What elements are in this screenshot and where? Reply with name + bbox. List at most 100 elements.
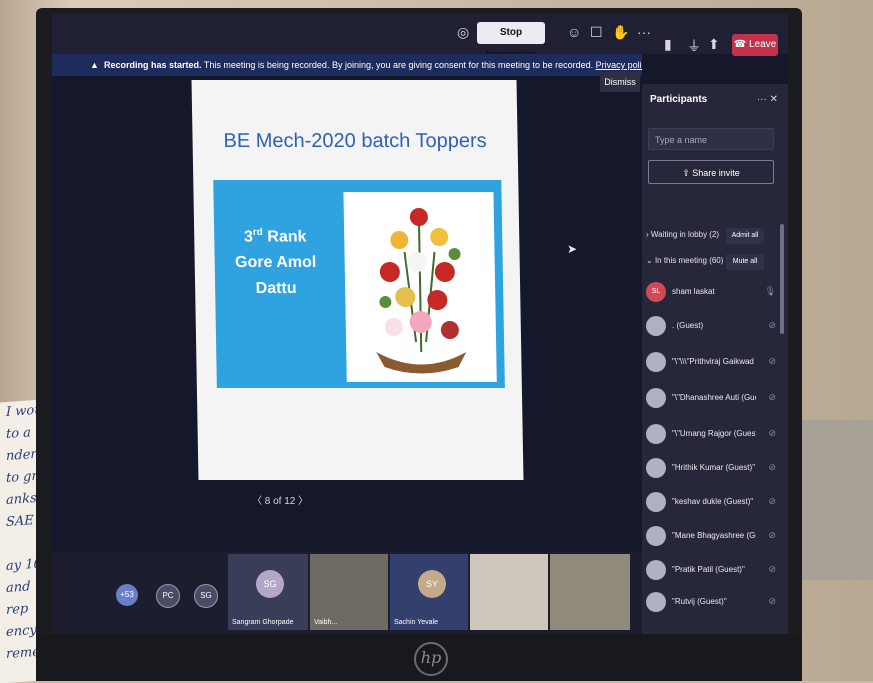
mic-muted-icon: ⊘ <box>768 496 776 506</box>
avatar: SY <box>418 570 446 598</box>
stop-presenting-button[interactable]: Stop presenting <box>477 22 545 60</box>
avatar: SL <box>646 282 666 302</box>
tile-name: Vaibh... <box>314 619 338 626</box>
meeting-toolbar: ◎ Stop presenting ☺ ☐ ✋ ··· ▮ ⏚ ⬆ ☎ Leav… <box>52 14 788 60</box>
mic-icon: 🎙 <box>764 286 776 296</box>
topper-name: Gore Amol Dattu <box>234 254 317 298</box>
video-tile[interactable] <box>470 554 548 630</box>
avatar <box>646 492 666 512</box>
dismiss-button[interactable]: Dismiss <box>600 72 640 92</box>
mouse-cursor-icon: ➤ <box>567 242 578 256</box>
share-screen-icon[interactable]: ⬆ <box>708 36 720 53</box>
waiting-lobby-toggle[interactable]: › Waiting in lobby (2) <box>646 230 719 239</box>
tile-name: Sachin Yevale <box>394 619 438 626</box>
participants-pane: Participants ··· ✕ Type a name ⇪ Share i… <box>642 84 788 634</box>
recording-title: Recording has started. <box>104 60 202 70</box>
participant-row[interactable]: "Mane Bhagyashree (Guest)" ⊘ <box>646 524 776 550</box>
laptop-screen: ◎ Stop presenting ☺ ☐ ✋ ··· ▮ ⏚ ⬆ ☎ Leav… <box>52 14 788 634</box>
mic-icon[interactable]: ⏚ <box>687 36 701 56</box>
mic-muted-icon: ⊘ <box>768 530 776 540</box>
mic-muted-icon: ⊘ <box>768 320 776 330</box>
avatar <box>646 424 666 444</box>
rank-number: 3 <box>243 228 254 246</box>
rank-suffix: rd <box>252 227 263 238</box>
slide-title: BE Mech-2020 batch Toppers <box>223 130 487 152</box>
flower-bouquet-image <box>343 192 497 382</box>
mic-muted-icon: ⊘ <box>768 564 776 574</box>
participant-row[interactable]: "\"Umang Rajgor (Guest)\"" ⊘ <box>646 422 776 448</box>
video-tile[interactable]: SY Sachin Yevale <box>390 554 468 630</box>
previous-slide-icon[interactable]: 〈 <box>252 496 265 507</box>
leave-label: Leave <box>748 39 777 50</box>
close-pane-icon[interactable]: ··· ✕ <box>757 94 778 105</box>
participant-avatar[interactable]: SG <box>194 584 218 608</box>
next-slide-icon[interactable]: 〉 <box>298 496 308 507</box>
avatar <box>646 388 666 408</box>
participant-name: sham laskat <box>672 287 715 296</box>
mic-muted-icon: ⊘ <box>768 462 776 472</box>
rank-text: 3rd Rank Gore Amol Dattu <box>220 220 331 302</box>
participant-avatar[interactable]: PC <box>156 584 180 608</box>
participant-row[interactable]: "\"\\\"Prithviraj Gaikwad (Gue... ⊘ <box>646 350 776 376</box>
avatar <box>646 526 666 546</box>
raise-hand-icon[interactable]: ✋ <box>612 24 629 41</box>
mic-muted-icon: ⊘ <box>768 428 776 438</box>
participants-title: Participants <box>650 94 708 105</box>
participant-name: "Pratik Patil (Guest)" <box>672 565 745 574</box>
participant-name: "keshav dukle (Guest)" <box>672 497 754 506</box>
page-indicator: 8 of 12 <box>264 496 296 507</box>
slide-pager: 〈 8 of 12 〉 <box>252 492 308 507</box>
bouquet-illustration <box>376 208 467 374</box>
in-meeting-label: In this meeting (60) <box>654 256 724 265</box>
recording-text: This meeting is being recorded. By joini… <box>203 60 594 70</box>
overflow-participants-button[interactable]: +53 <box>116 584 138 606</box>
waiting-lobby-label: Waiting in lobby (2) <box>650 230 720 239</box>
in-meeting-toggle[interactable]: ⌄ In this meeting (60) <box>646 256 723 265</box>
participant-row[interactable]: . (Guest) ⊘ <box>646 314 776 340</box>
recording-banner: ▲ Recording has started. This meeting is… <box>52 54 642 76</box>
presentation-slide: BE Mech-2020 batch Toppers 3rd Rank Gore… <box>191 80 524 480</box>
warning-icon: ▲ <box>90 60 99 70</box>
more-options-icon[interactable]: ··· <box>637 24 651 40</box>
participant-row[interactable]: "keshav dukle (Guest)" ⊘ <box>646 490 776 516</box>
participant-name: . (Guest) <box>672 321 704 330</box>
mic-muted-icon: ⊘ <box>768 392 776 402</box>
video-tile[interactable]: SG Sangram Ghorpade <box>228 554 308 630</box>
share-invite-button[interactable]: ⇪ Share invite <box>648 160 774 184</box>
participants-scrollbar[interactable] <box>780 224 784 334</box>
leave-button[interactable]: ☎ Leave <box>732 34 778 56</box>
participant-row[interactable]: "Hrithik Kumar (Guest)" ⊘ <box>646 456 776 482</box>
participant-name: "Mane Bhagyashree (Guest)" <box>672 531 756 540</box>
avatar <box>646 458 666 478</box>
share-invite-label: Share invite <box>692 168 740 178</box>
mute-all-button[interactable]: Mute all <box>726 254 764 270</box>
avatar <box>646 352 666 372</box>
phone-icon: ☎ <box>733 39 749 50</box>
hp-logo: hp <box>414 642 448 676</box>
participant-row[interactable]: SL sham laskat 🎙 <box>646 280 776 306</box>
video-tile[interactable] <box>550 554 630 630</box>
mic-muted-icon: ⊘ <box>768 596 776 606</box>
participant-name: "Hrithik Kumar (Guest)" <box>672 463 756 472</box>
admit-all-button[interactable]: Admit all <box>726 228 764 244</box>
avatar <box>646 560 666 580</box>
video-tile[interactable]: Vaibh... <box>310 554 388 630</box>
participant-row[interactable]: "Rutvij (Guest)" ⊘ <box>646 590 776 616</box>
participants-icon[interactable]: ☺ <box>567 24 581 40</box>
participant-name: "Rutvij (Guest)" <box>672 597 727 606</box>
chat-icon[interactable]: ☐ <box>590 24 603 41</box>
broadcast-icon[interactable]: ◎ <box>457 24 469 41</box>
avatar <box>646 592 666 612</box>
participant-row[interactable]: "Pratik Patil (Guest)" ⊘ <box>646 558 776 584</box>
privacy-policy-link[interactable]: Privacy policy <box>596 60 642 70</box>
participant-search-input[interactable]: Type a name <box>648 128 774 150</box>
video-strip: +53 PC SG SG Sangram Ghorpade Vaibh... S… <box>52 552 642 634</box>
avatar: SG <box>256 570 284 598</box>
avatar <box>646 316 666 336</box>
tile-name: Sangram Ghorpade <box>232 619 294 626</box>
share-icon: ⇪ <box>682 168 693 178</box>
participant-row[interactable]: "\"Dhanashree Auti (Guest)\"" ⊘ <box>646 386 776 412</box>
camera-icon[interactable]: ▮ <box>664 36 672 53</box>
slide-panel: 3rd Rank Gore Amol Dattu <box>213 180 505 388</box>
mic-muted-icon: ⊘ <box>768 356 776 366</box>
